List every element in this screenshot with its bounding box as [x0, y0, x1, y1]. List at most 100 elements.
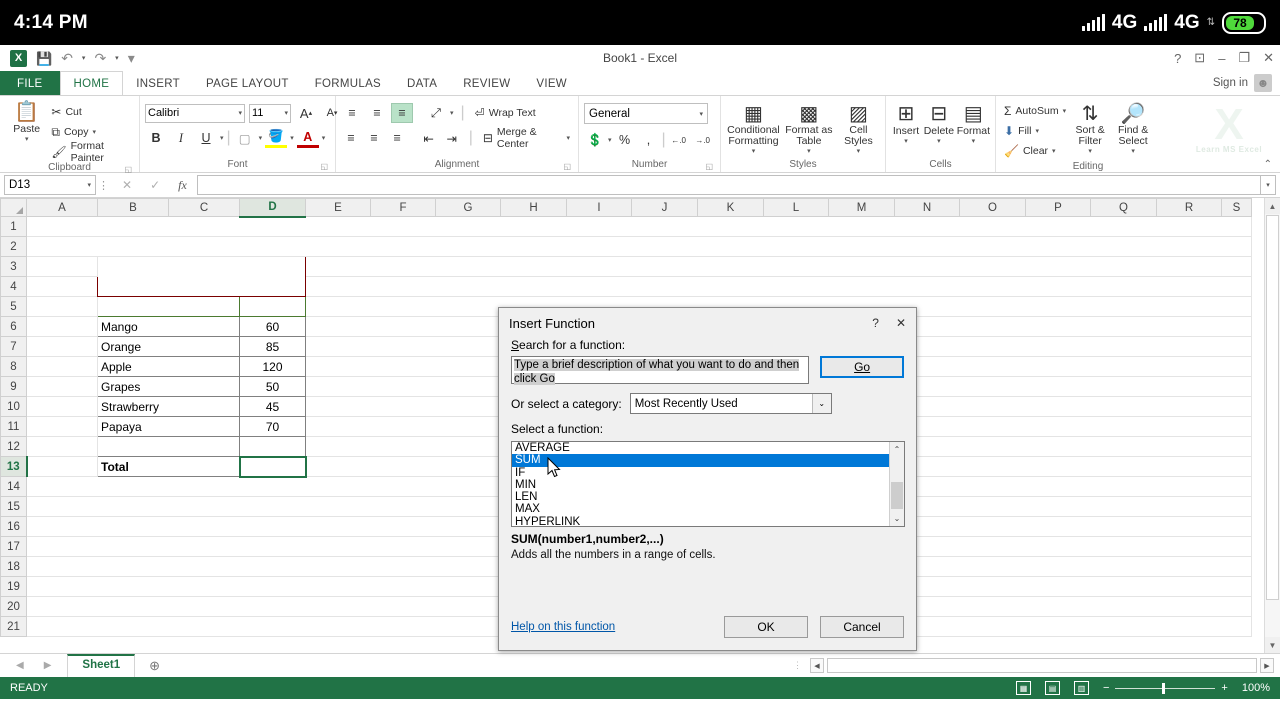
cancel-button[interactable]: Cancel	[820, 616, 904, 638]
col-header-P[interactable]: P	[1026, 199, 1091, 217]
cut-button[interactable]: ✂ Cut	[48, 102, 134, 122]
page-layout-view-icon[interactable]: ▤	[1045, 681, 1060, 695]
cell-styles-button[interactable]: ▨ Cell Styles ▾	[837, 101, 880, 155]
merge-center-button[interactable]: ⊟ Merge & Center ▾	[480, 128, 573, 148]
format-as-table-button[interactable]: ▩ Format as Table ▾	[783, 101, 835, 155]
number-dialog-launcher-icon[interactable]: ◱	[705, 162, 713, 171]
row-header-5[interactable]: 5	[1, 297, 27, 317]
category-select[interactable]: Most Recently Used ⌄	[630, 393, 832, 414]
cell-fruit-name-6[interactable]: Papaya	[98, 417, 240, 437]
zoom-knob[interactable]	[1162, 683, 1165, 694]
align-middle-icon[interactable]: ≡	[366, 103, 388, 123]
cell-A7[interactable]	[27, 337, 98, 357]
accounting-format-icon[interactable]: 💲	[584, 130, 606, 150]
cell-A10[interactable]	[27, 397, 98, 417]
cell-A12[interactable]	[27, 437, 98, 457]
number-format-select[interactable]: General ▾	[584, 103, 708, 124]
format-painter-button[interactable]: 🖌 Format Painter	[48, 142, 134, 162]
cancel-entry-icon[interactable]: ✕	[122, 178, 132, 192]
find-select-caret-icon[interactable]: ▾	[1131, 147, 1135, 155]
align-right-icon[interactable]: ≡	[387, 128, 407, 148]
col-header-H[interactable]: H	[501, 199, 567, 217]
minimize-button[interactable]: –	[1218, 51, 1225, 66]
cell-styles-caret-icon[interactable]: ▾	[857, 147, 861, 155]
expand-formula-bar-icon[interactable]: ▾	[1260, 175, 1276, 195]
row-header-20[interactable]: 20	[1, 597, 27, 617]
row-header-21[interactable]: 21	[1, 617, 27, 637]
font-dialog-launcher-icon[interactable]: ◱	[320, 162, 328, 171]
insert-cells-button[interactable]: ⊞ Insert ▾	[891, 101, 921, 145]
listbox-scrollbar[interactable]: ⌃ ⌄	[889, 442, 904, 526]
borders-icon[interactable]: ▢	[234, 128, 256, 148]
alignment-dialog-launcher-icon[interactable]: ◱	[563, 162, 571, 171]
align-center-icon[interactable]: ≡	[364, 128, 384, 148]
fill-color-caret-icon[interactable]: ▾	[290, 134, 294, 142]
sheet-tab-sheet1[interactable]: Sheet1	[67, 654, 135, 677]
function-listbox[interactable]: AVERAGE SUM IF MIN LEN MAX HYPERLINK ⌃ ⌄	[511, 441, 905, 527]
font-name-input[interactable]: Calibri ▾	[145, 104, 245, 123]
borders-caret-icon[interactable]: ▾	[259, 134, 263, 142]
delete-cells-button[interactable]: ⊟ Delete ▾	[923, 101, 955, 145]
restore-button[interactable]: ❐	[1238, 50, 1250, 66]
col-header-O[interactable]: O	[960, 199, 1026, 217]
ok-button[interactable]: OK	[724, 616, 808, 638]
help-icon[interactable]: ?	[1174, 51, 1181, 66]
row-header-4[interactable]: 4	[1, 277, 27, 297]
clear-caret-icon[interactable]: ▾	[1052, 147, 1056, 155]
listbox-scroll-up-icon[interactable]: ⌃	[890, 442, 904, 457]
merge-caret-icon[interactable]: ▾	[567, 134, 571, 142]
row-header-17[interactable]: 17	[1, 537, 27, 557]
cell-A4[interactable]	[27, 277, 98, 297]
conditional-formatting-button[interactable]: ▦ Conditional Formatting ▾	[726, 101, 781, 155]
search-function-input[interactable]: Type a brief description of what you wan…	[511, 356, 809, 384]
horizontal-scroll-thumb[interactable]	[827, 658, 1257, 673]
align-bottom-icon[interactable]: ≡	[391, 103, 413, 123]
function-item-sum[interactable]: SUM	[512, 454, 904, 466]
comma-style-button[interactable]: ,	[638, 130, 660, 150]
add-sheet-icon[interactable]: ⊕	[135, 654, 174, 677]
bold-button[interactable]: B	[145, 128, 167, 148]
row-header-16[interactable]: 16	[1, 517, 27, 537]
row-3-rest[interactable]	[306, 257, 1252, 277]
zoom-level[interactable]: 100%	[1242, 682, 1270, 694]
go-button[interactable]: Go	[820, 356, 904, 378]
paste-button[interactable]: 📋 Paste ▾	[5, 99, 48, 143]
col-header-M[interactable]: M	[829, 199, 895, 217]
sort-filter-button[interactable]: ⇅ Sort & Filter ▾	[1069, 101, 1111, 155]
sign-in-link[interactable]: Sign in	[1213, 77, 1248, 89]
row-1-cells[interactable]	[27, 217, 1252, 237]
accounting-caret-icon[interactable]: ▾	[608, 136, 612, 144]
zoom-out-button[interactable]: −	[1103, 682, 1109, 694]
col-header-D[interactable]: D	[240, 199, 306, 217]
cell-A11[interactable]	[27, 417, 98, 437]
cell-fruit-name-4[interactable]: Grapes	[98, 377, 240, 397]
listbox-scroll-down-icon[interactable]: ⌄	[890, 511, 904, 526]
wrap-text-button[interactable]: ⏎ Wrap Text	[472, 103, 539, 123]
find-select-button[interactable]: 🔎 Find & Select ▾	[1111, 101, 1155, 155]
category-chevron-down-icon[interactable]: ⌄	[812, 394, 831, 413]
font-name-caret-icon[interactable]: ▾	[238, 109, 242, 117]
col-header-Q[interactable]: Q	[1091, 199, 1157, 217]
cell-fruit-name-3[interactable]: Apple	[98, 357, 240, 377]
cell-title-merged[interactable]: Fruit Price List (Per Kg)	[98, 257, 306, 297]
previous-sheet-icon[interactable]: ◀	[16, 660, 24, 671]
function-item-hyperlink[interactable]: HYPERLINK	[512, 516, 904, 527]
row-header-9[interactable]: 9	[1, 377, 27, 397]
clear-button[interactable]: 🧹 Clear ▾	[1001, 141, 1069, 161]
row-header-1[interactable]: 1	[1, 217, 27, 237]
scroll-right-arrow-icon[interactable]: ▶	[1260, 658, 1274, 673]
font-size-caret-icon[interactable]: ▾	[284, 109, 288, 117]
row-header-14[interactable]: 14	[1, 477, 27, 497]
cell-A3[interactable]	[27, 257, 98, 277]
row-header-10[interactable]: 10	[1, 397, 27, 417]
row-header-8[interactable]: 8	[1, 357, 27, 377]
cell-A6[interactable]	[27, 317, 98, 337]
cell-fruit-name-1[interactable]: Mango	[98, 317, 240, 337]
row-header-11[interactable]: 11	[1, 417, 27, 437]
copy-button[interactable]: ⧉ Copy ▾	[48, 122, 134, 142]
align-left-icon[interactable]: ≡	[341, 128, 361, 148]
tab-review[interactable]: REVIEW	[450, 71, 523, 95]
fill-color-icon[interactable]: 🪣	[265, 128, 287, 148]
vertical-scrollbar[interactable]: ▲ ▼	[1264, 198, 1280, 653]
cell-A5[interactable]	[27, 297, 98, 317]
